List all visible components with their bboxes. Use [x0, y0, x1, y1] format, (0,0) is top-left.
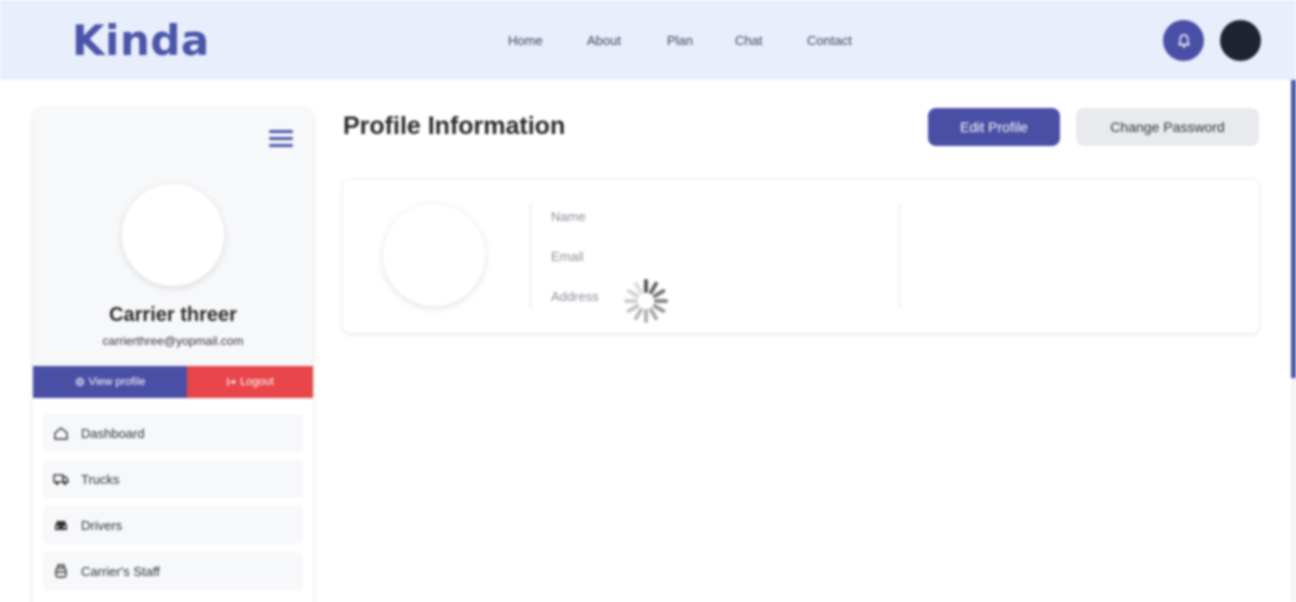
- change-password-button[interactable]: Change Password: [1076, 108, 1259, 146]
- sidebar-user-email: carrierthree@yopmail.com: [102, 334, 244, 348]
- sidebar-user-name: Carrier threer: [109, 304, 237, 326]
- email-field-label: Email: [551, 249, 584, 264]
- logout-button[interactable]: Logout: [187, 366, 313, 398]
- user-avatar-button[interactable]: [1220, 20, 1261, 61]
- nav-about-link[interactable]: About: [587, 33, 621, 48]
- page: Kinda Home About Plan Chat Contact Carri…: [0, 0, 1296, 602]
- sidebar-item-trucks[interactable]: Trucks: [43, 460, 303, 498]
- sidebar-menu: Dashboard Trucks Drivers Carrier's Staff: [43, 414, 303, 598]
- profile-sidebar: Carrier threer carrierthree@yopmail.com …: [33, 108, 313, 602]
- sidebar-item-label: Trucks: [81, 471, 120, 487]
- bell-icon: [1177, 33, 1190, 47]
- car-icon: [53, 517, 69, 533]
- nav-contact-link[interactable]: Contact: [807, 33, 852, 48]
- page-title: Profile Information: [343, 112, 566, 140]
- address-field-label: Address: [551, 289, 599, 304]
- sidebar-item-label: Carrier's Staff: [81, 563, 160, 579]
- sidebar-item-label: Dashboard: [81, 425, 145, 441]
- edit-profile-button[interactable]: Edit Profile: [928, 108, 1060, 146]
- card-divider: [530, 203, 531, 309]
- loading-spinner-icon: [624, 279, 668, 323]
- top-navbar: Kinda Home About Plan Chat Contact: [0, 0, 1296, 80]
- notifications-button[interactable]: [1163, 20, 1204, 61]
- view-profile-button[interactable]: View profile: [33, 366, 187, 398]
- sidebar-item-drivers[interactable]: Drivers: [43, 506, 303, 544]
- eye-icon: [75, 377, 84, 387]
- sidebar-item-dashboard[interactable]: Dashboard: [43, 414, 303, 452]
- card-divider: [899, 203, 900, 309]
- staff-icon: [53, 563, 69, 579]
- truck-icon: [53, 471, 69, 487]
- nav-plan-link[interactable]: Plan: [667, 33, 693, 48]
- profile-avatar: [383, 204, 485, 306]
- nav-chat-link[interactable]: Chat: [735, 33, 762, 48]
- view-profile-label: View profile: [88, 376, 146, 388]
- sidebar-item-carriers-staff[interactable]: Carrier's Staff: [43, 552, 303, 590]
- sidebar-item-label: Drivers: [81, 517, 123, 533]
- brand-logo[interactable]: Kinda: [72, 16, 210, 65]
- name-field-label: Name: [551, 209, 586, 224]
- logout-icon: [227, 378, 237, 386]
- scrollbar-thumb[interactable]: [1291, 80, 1296, 378]
- nav-home-link[interactable]: Home: [508, 33, 543, 48]
- home-icon: [53, 425, 69, 441]
- logout-label: Logout: [240, 376, 274, 388]
- sidebar-avatar: [122, 184, 224, 286]
- profile-card: Name Email Address: [343, 180, 1259, 333]
- hamburger-menu-icon[interactable]: [269, 130, 293, 150]
